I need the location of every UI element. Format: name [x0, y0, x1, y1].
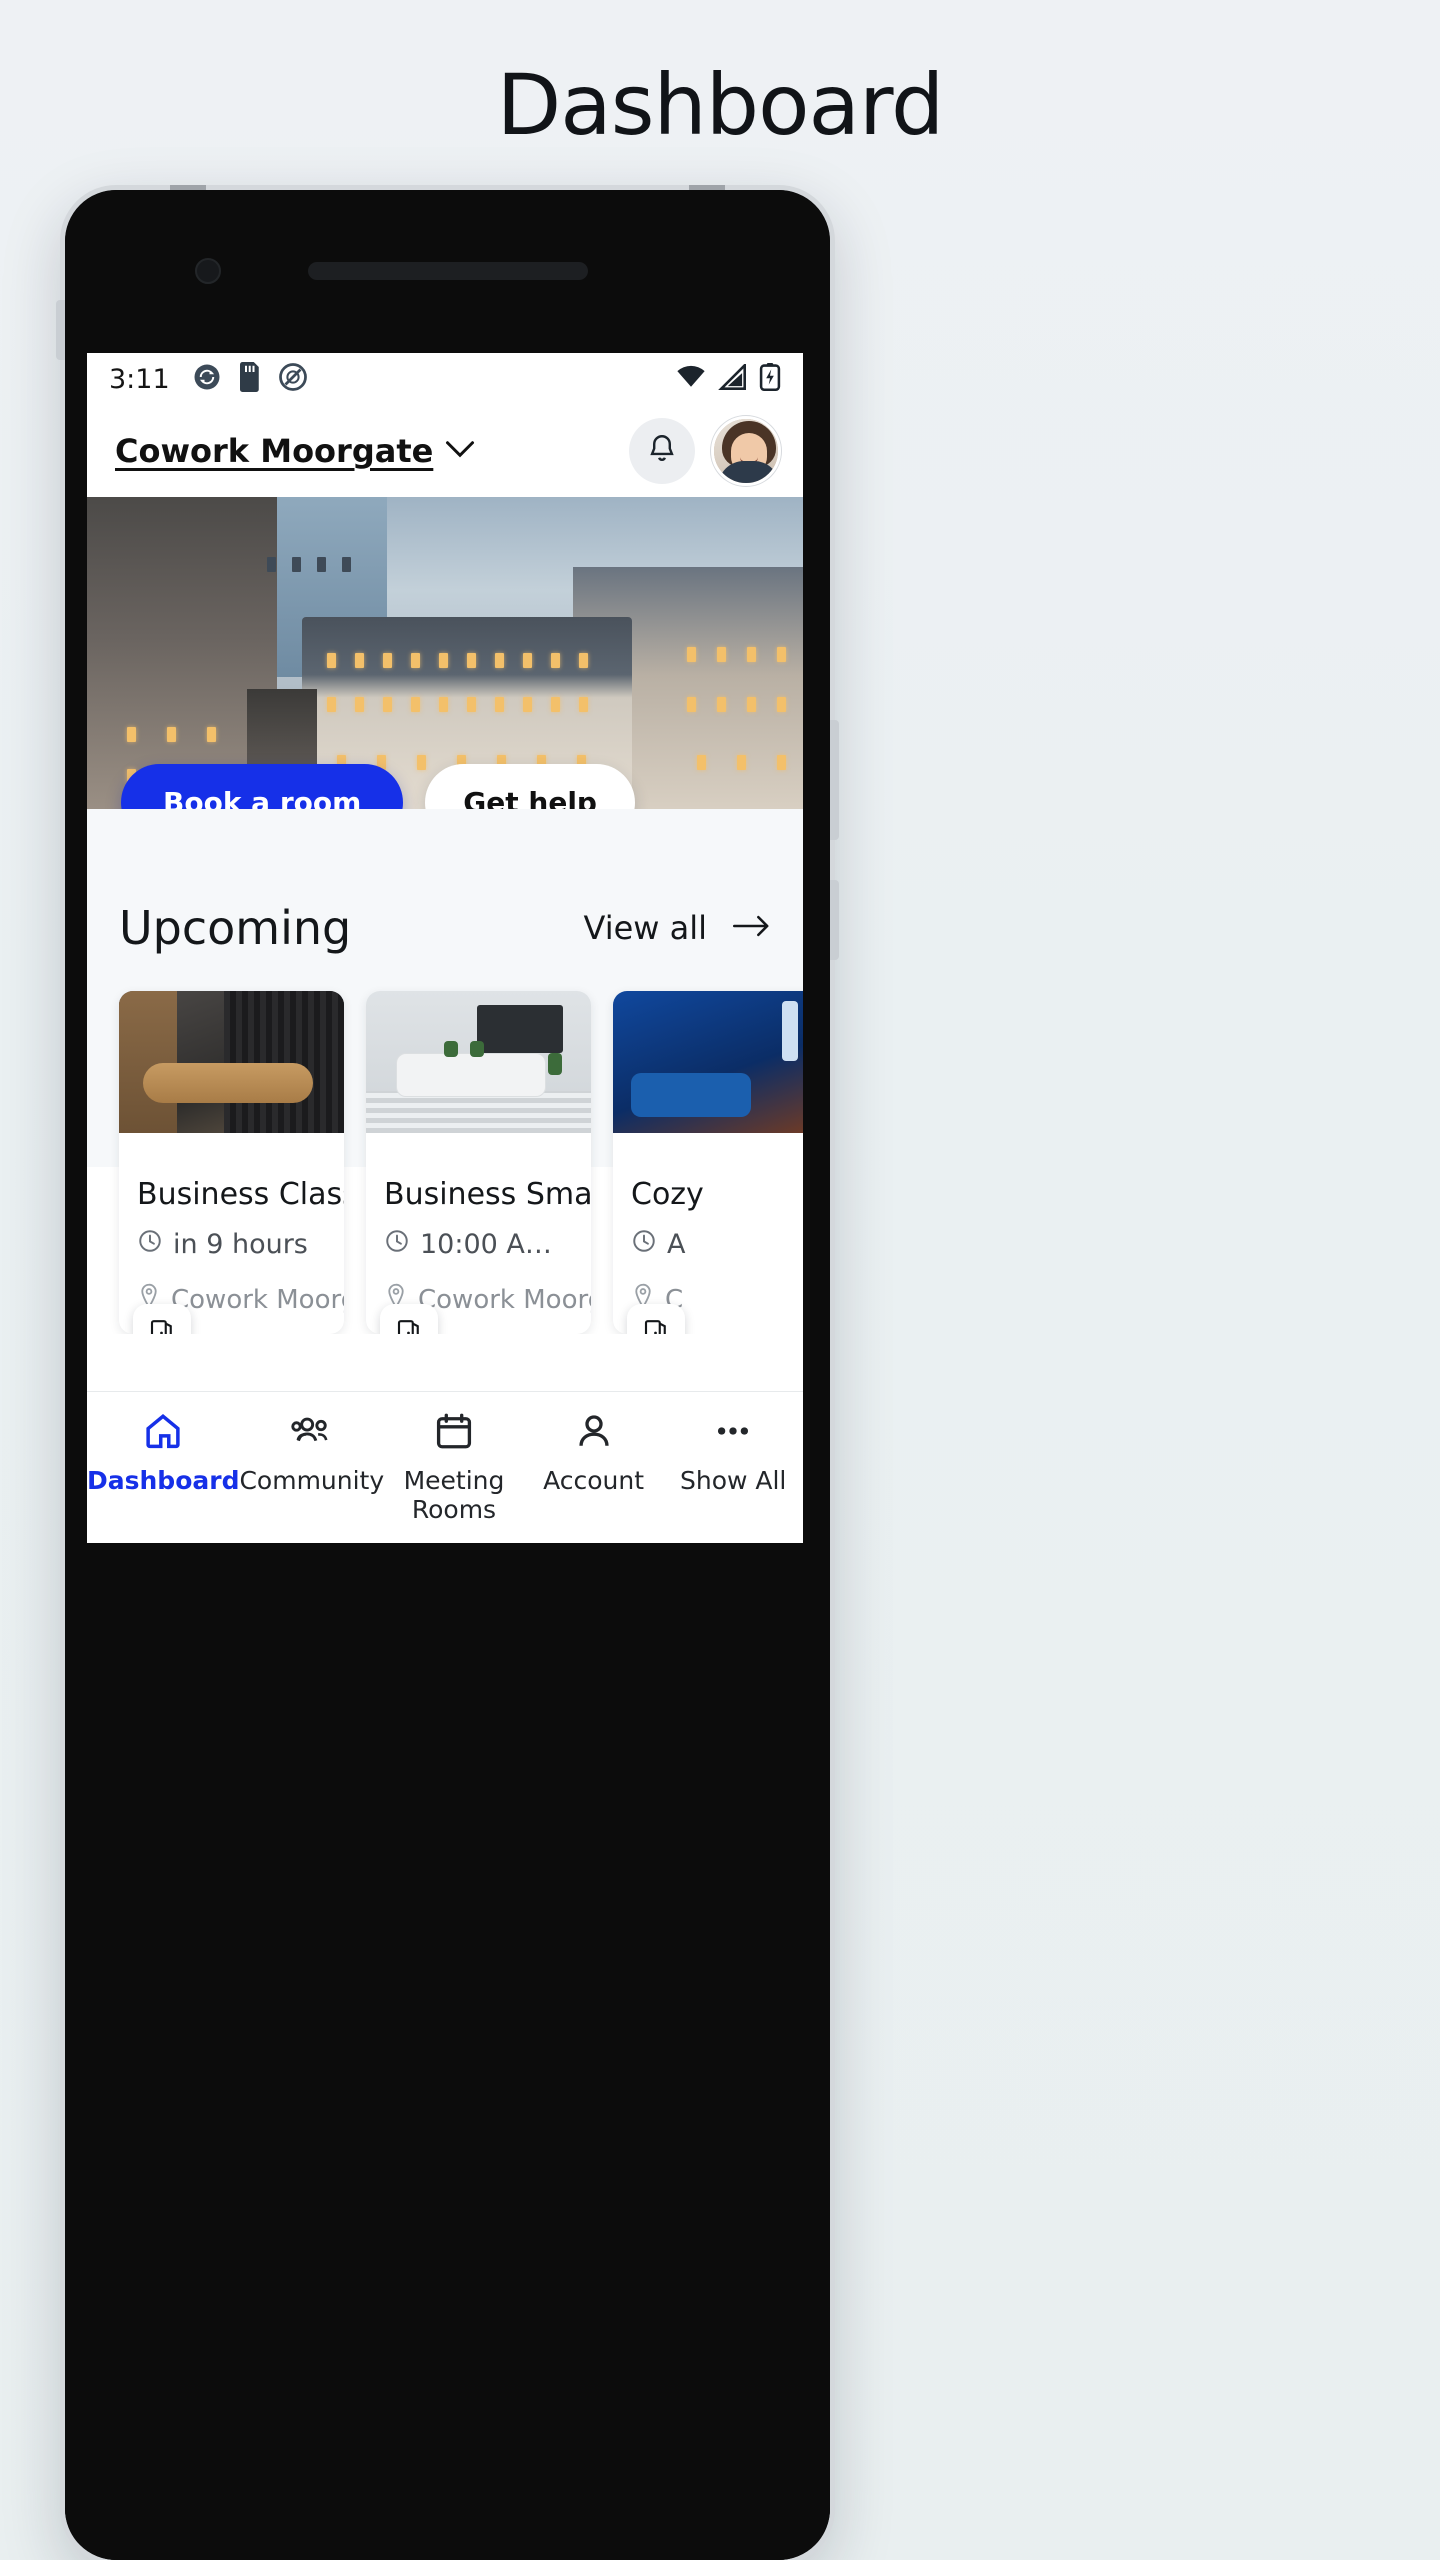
arrow-right-icon [733, 914, 771, 943]
room-name: Cozy [631, 1177, 704, 1212]
nav-label: Community [239, 1466, 385, 1495]
view-all-label: View all [583, 909, 708, 947]
hero-image: Book a room Get help [87, 497, 803, 809]
list-item[interactable]: Cozy A C [613, 991, 803, 1334]
bottom-navigation: Dashboard Community Meeting Rooms Accoun… [87, 1391, 803, 1543]
upcoming-header: Upcoming View all [87, 901, 803, 955]
phone-side-button[interactable] [830, 880, 839, 960]
nav-label: Show All [679, 1466, 787, 1495]
nav-label: Account [543, 1466, 645, 1495]
clock-icon [137, 1228, 163, 1261]
door-icon [627, 1304, 685, 1334]
door-icon [380, 1304, 438, 1334]
status-bar: 3:11 [87, 353, 803, 405]
room-time-label: 10:00 A… [420, 1229, 552, 1260]
people-icon [291, 1410, 333, 1457]
door-icon [133, 1304, 191, 1334]
nav-item-meeting-rooms[interactable]: Meeting Rooms [384, 1410, 524, 1525]
nav-item-account[interactable]: Account [524, 1410, 664, 1496]
room-time: 10:00 A… [384, 1228, 573, 1261]
phone-earpiece [307, 262, 588, 280]
room-time: A [631, 1228, 803, 1261]
avatar[interactable] [711, 416, 781, 486]
nav-label: Meeting Rooms [403, 1466, 505, 1524]
status-left-icons [192, 361, 308, 397]
list-item[interactable]: Business Classy in 9 hours [119, 991, 344, 1334]
room-location-label: Cowork Moorgate [171, 1284, 344, 1315]
room-location-label: Cowork Moorgate [418, 1284, 591, 1315]
ellipsis-icon [712, 1410, 754, 1457]
nav-item-community[interactable]: Community [239, 1410, 384, 1496]
front-camera [195, 258, 221, 284]
battery-charging-icon [759, 362, 781, 396]
upcoming-title: Upcoming [119, 901, 352, 955]
clock-icon [384, 1228, 410, 1261]
view-all-button[interactable]: View all [584, 909, 772, 947]
room-thumbnail [613, 991, 803, 1133]
list-item[interactable]: Business Smart 10:00 A… [366, 991, 591, 1334]
calendar-icon [433, 1410, 475, 1457]
upcoming-section: Upcoming View all Business Clas in 9 hou… [87, 809, 803, 1334]
person-icon [573, 1410, 615, 1457]
app-header: Cowork Moorgate [87, 405, 803, 497]
clock-icon [631, 1228, 657, 1261]
location-selector[interactable]: Cowork Moorgate [115, 432, 475, 470]
nav-item-show-all[interactable]: Show All [663, 1410, 803, 1496]
room-name: Business Smart [384, 1177, 591, 1212]
cellular-signal-icon [718, 361, 748, 395]
phone-volume-button[interactable] [56, 300, 65, 360]
hero-actions: Book a room Get help [121, 764, 635, 809]
sd-card-icon [238, 361, 262, 397]
room-thumbnail [366, 991, 591, 1133]
chevron-down-icon [445, 440, 475, 463]
book-a-room-button[interactable]: Book a room [121, 764, 404, 809]
do-not-disturb-icon [278, 362, 308, 397]
home-icon [142, 1410, 184, 1457]
room-time-label: A [667, 1229, 686, 1260]
page-title: Dashboard [496, 56, 945, 154]
room-time: in 9 hours [137, 1228, 326, 1261]
nav-item-dashboard[interactable]: Dashboard [87, 1410, 239, 1496]
sync-icon [192, 362, 222, 397]
room-time-label: in 9 hours [173, 1229, 308, 1260]
nav-label: Dashboard [87, 1466, 240, 1495]
screenshot-root: Dashboard 3:11 Cowork Moorgate Book a ro… [0, 0, 1440, 2560]
upcoming-cards[interactable]: Business Classy in 9 hours [87, 955, 803, 1334]
phone-power-button[interactable] [830, 720, 839, 840]
wifi-icon [675, 364, 707, 395]
phone-bottom-bezel [65, 2440, 830, 2560]
phone-screen: 3:11 Cowork Moorgate Book a room Get hel… [87, 353, 803, 1543]
get-help-button[interactable]: Get help [425, 764, 635, 809]
status-right-icons [675, 361, 781, 396]
bell-icon [645, 432, 679, 471]
phone-body: 3:11 Cowork Moorgate Book a room Get hel… [65, 190, 830, 2560]
room-thumbnail [119, 991, 344, 1133]
status-time: 3:11 [109, 363, 170, 395]
room-name: Business Classy [137, 1177, 344, 1212]
phone-mockup: 3:11 Cowork Moorgate Book a room Get hel… [56, 185, 839, 2560]
location-name: Cowork Moorgate [115, 432, 434, 470]
notifications-button[interactable] [629, 418, 695, 484]
